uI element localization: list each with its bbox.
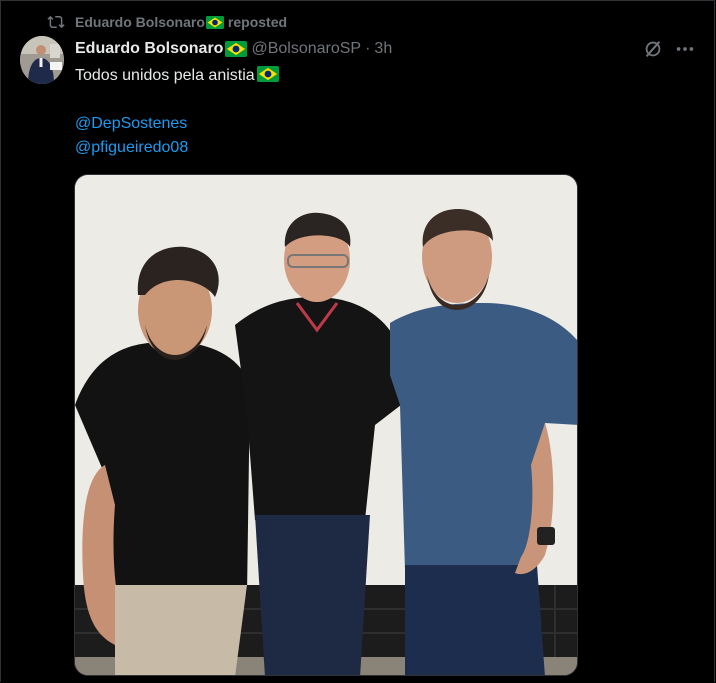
- tweet-actions: [632, 38, 696, 60]
- repost-header: Eduardo Bolsonaro reposted: [47, 12, 287, 32]
- mention-link[interactable]: @DepSostenes: [75, 113, 187, 134]
- brazil-flag-emoji: [205, 15, 224, 29]
- timestamp[interactable]: 3h: [374, 40, 392, 58]
- author-name[interactable]: Eduardo Bolsonaro: [75, 40, 223, 58]
- author-avatar[interactable]: [20, 36, 64, 84]
- tweet-photo[interactable]: [74, 174, 578, 676]
- brazil-flag-emoji: [256, 66, 279, 82]
- tweet-body: Todos unidos pela anistia: [75, 67, 255, 84]
- tweet-text: Todos unidos pela anistia: [75, 65, 279, 86]
- more-icon[interactable]: [674, 38, 696, 60]
- author-handle[interactable]: @BolsonaroSP: [251, 40, 361, 58]
- mention-link[interactable]: @pfigueiredo08: [75, 137, 188, 158]
- photo-image: [75, 175, 577, 675]
- avatar-image: [20, 36, 64, 84]
- grok-icon[interactable]: [642, 38, 664, 60]
- repost-label: reposted: [227, 14, 288, 30]
- repost-icon: [47, 15, 65, 29]
- brazil-flag-emoji: [225, 41, 248, 57]
- repost-user[interactable]: Eduardo Bolsonaro: [75, 14, 205, 30]
- separator: ·: [365, 40, 371, 57]
- tweet-header: Eduardo Bolsonaro @BolsonaroSP · 3h: [75, 38, 696, 60]
